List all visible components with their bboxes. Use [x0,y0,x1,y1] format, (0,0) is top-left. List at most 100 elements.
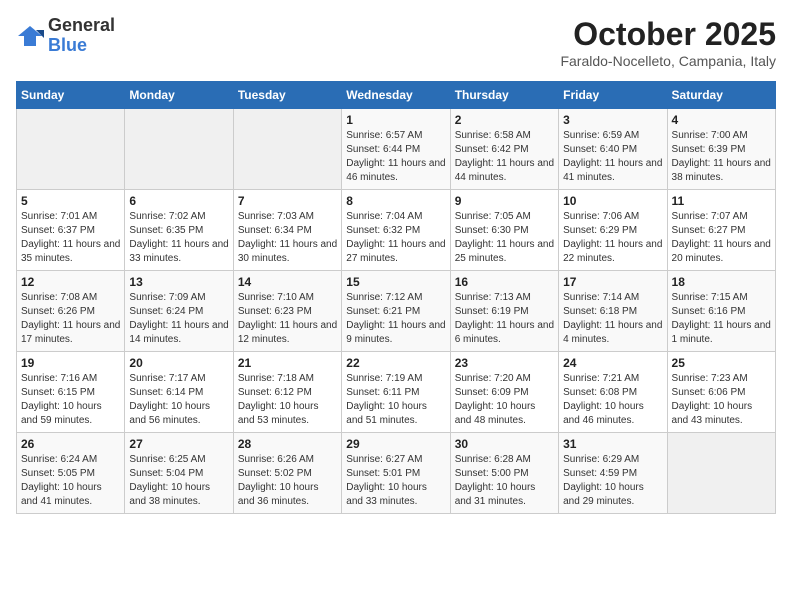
calendar-cell: 22 Sunrise: 7:19 AMSunset: 6:11 PMDayligh… [342,352,450,433]
day-info: Sunrise: 7:02 AMSunset: 6:35 PMDaylight:… [129,210,228,266]
weekday-header: Friday [559,82,667,109]
calendar-cell: 7Sunrise: 7:03 AMSunset: 6:34 PMDaylight… [233,190,341,271]
day-number: 28 [238,437,337,451]
calendar-cell: 28Sunrise: 6:26 AMSunset: 5:02 PMDayligh… [233,433,341,514]
day-number: 16 [455,275,554,289]
calendar-week-row: 12 Sunrise: 7:08 AMSunset: 6:26 PMDayligh… [17,271,776,352]
day-info: Sunrise: 7:18 AMSunset: 6:12 PMDaylight:… [238,372,337,428]
day-info: Sunrise: 7:09 AMSunset: 6:24 PMDaylight:… [129,291,228,347]
day-info: Sunrise: 6:29 AMSunset: 4:59 PMDaylight:… [563,453,662,509]
calendar-week-row: 26 Sunrise: 6:24 AMSunset: 5:05 PMDayligh… [17,433,776,514]
calendar-cell: 19Sunrise: 7:16 AMSunset: 6:15 PMDayligh… [17,352,125,433]
calendar-cell: 20Sunrise: 7:17 AMSunset: 6:14 PMDayligh… [125,352,233,433]
day-info: Sunrise: 6:27 AMSunset: 5:01 PMDaylight:… [346,453,445,509]
day-number: 13 [129,275,228,289]
day-info: Sunrise: 7:13 AMSunset: 6:19 PMDaylight:… [455,291,554,347]
day-number: 1 [346,113,445,127]
calendar-cell [17,109,125,190]
day-info: Sunrise: 6:59 AMSunset: 6:40 PMDaylight:… [563,129,662,185]
day-info: Sunrise: 7:20 AMSunset: 6:09 PMDaylight:… [455,372,554,428]
calendar-table: SundayMondayTuesdayWednesdayThursdayFrid… [16,81,776,514]
day-info: Sunrise: 7:06 AMSunset: 6:29 PMDaylight:… [563,210,662,266]
calendar-cell: 21 Sunrise: 7:18 AMSunset: 6:12 PMDayligh… [233,352,341,433]
weekday-header: Wednesday [342,82,450,109]
day-number: 7 [238,194,337,208]
logo-general: General [48,16,115,36]
calendar-cell: 9 Sunrise: 7:05 AMSunset: 6:30 PMDaylight… [450,190,558,271]
day-info: Sunrise: 7:15 AMSunset: 6:16 PMDaylight:… [672,291,771,347]
calendar-cell: 15 Sunrise: 7:12 AMSunset: 6:21 PMDayligh… [342,271,450,352]
calendar-cell: 2Sunrise: 6:58 AMSunset: 6:42 PMDaylight… [450,109,558,190]
day-info: Sunrise: 7:16 AMSunset: 6:15 PMDaylight:… [21,372,120,428]
day-number: 31 [563,437,662,451]
calendar-week-row: 1 Sunrise: 6:57 AMSunset: 6:44 PMDaylight… [17,109,776,190]
day-number: 24 [563,356,662,370]
calendar-cell: 11Sunrise: 7:07 AMSunset: 6:27 PMDayligh… [667,190,775,271]
calendar-cell: 17 Sunrise: 7:14 AMSunset: 6:18 PMDayligh… [559,271,667,352]
day-number: 22 [346,356,445,370]
calendar-cell: 25 Sunrise: 7:23 AMSunset: 6:06 PMDayligh… [667,352,775,433]
day-number: 21 [238,356,337,370]
day-number: 4 [672,113,771,127]
calendar-cell: 4Sunrise: 7:00 AMSunset: 6:39 PMDaylight… [667,109,775,190]
day-info: Sunrise: 6:58 AMSunset: 6:42 PMDaylight:… [455,129,554,185]
calendar-cell: 8 Sunrise: 7:04 AMSunset: 6:32 PMDaylight… [342,190,450,271]
day-number: 29 [346,437,445,451]
day-info: Sunrise: 7:01 AMSunset: 6:37 PMDaylight:… [21,210,120,266]
day-info: Sunrise: 6:28 AMSunset: 5:00 PMDaylight:… [455,453,554,509]
day-info: Sunrise: 7:12 AMSunset: 6:21 PMDaylight:… [346,291,445,347]
calendar-cell: 23 Sunrise: 7:20 AMSunset: 6:09 PMDayligh… [450,352,558,433]
calendar-cell: 16 Sunrise: 7:13 AMSunset: 6:19 PMDayligh… [450,271,558,352]
weekday-header: Monday [125,82,233,109]
calendar-week-row: 19Sunrise: 7:16 AMSunset: 6:15 PMDayligh… [17,352,776,433]
logo-text: General Blue [48,16,115,56]
day-number: 26 [21,437,120,451]
day-info: Sunrise: 6:25 AMSunset: 5:04 PMDaylight:… [129,453,228,509]
header-row: SundayMondayTuesdayWednesdayThursdayFrid… [17,82,776,109]
calendar-week-row: 5 Sunrise: 7:01 AMSunset: 6:37 PMDaylight… [17,190,776,271]
day-number: 15 [346,275,445,289]
logo: General Blue [16,16,115,56]
calendar-cell: 24Sunrise: 7:21 AMSunset: 6:08 PMDayligh… [559,352,667,433]
location-subtitle: Faraldo-Nocelleto, Campania, Italy [560,53,776,69]
day-number: 8 [346,194,445,208]
day-number: 9 [455,194,554,208]
calendar-cell [667,433,775,514]
weekday-header: Saturday [667,82,775,109]
day-info: Sunrise: 7:19 AMSunset: 6:11 PMDaylight:… [346,372,445,428]
day-info: Sunrise: 7:05 AMSunset: 6:30 PMDaylight:… [455,210,554,266]
day-number: 3 [563,113,662,127]
calendar-cell: 30Sunrise: 6:28 AMSunset: 5:00 PMDayligh… [450,433,558,514]
calendar-cell: 6Sunrise: 7:02 AMSunset: 6:35 PMDaylight… [125,190,233,271]
calendar-cell: 12 Sunrise: 7:08 AMSunset: 6:26 PMDayligh… [17,271,125,352]
day-number: 27 [129,437,228,451]
day-number: 5 [21,194,120,208]
calendar-cell: 27 Sunrise: 6:25 AMSunset: 5:04 PMDayligh… [125,433,233,514]
day-info: Sunrise: 7:23 AMSunset: 6:06 PMDaylight:… [672,372,771,428]
day-info: Sunrise: 6:57 AMSunset: 6:44 PMDaylight:… [346,129,445,185]
day-info: Sunrise: 7:14 AMSunset: 6:18 PMDaylight:… [563,291,662,347]
logo-icon [16,22,44,50]
calendar-cell: 10Sunrise: 7:06 AMSunset: 6:29 PMDayligh… [559,190,667,271]
day-number: 17 [563,275,662,289]
calendar-cell: 18 Sunrise: 7:15 AMSunset: 6:16 PMDayligh… [667,271,775,352]
day-info: Sunrise: 7:04 AMSunset: 6:32 PMDaylight:… [346,210,445,266]
day-number: 12 [21,275,120,289]
calendar-cell: 5 Sunrise: 7:01 AMSunset: 6:37 PMDaylight… [17,190,125,271]
day-number: 23 [455,356,554,370]
day-number: 11 [672,194,771,208]
day-info: Sunrise: 7:10 AMSunset: 6:23 PMDaylight:… [238,291,337,347]
day-number: 18 [672,275,771,289]
calendar-cell [125,109,233,190]
day-number: 25 [672,356,771,370]
calendar-cell: 14Sunrise: 7:10 AMSunset: 6:23 PMDayligh… [233,271,341,352]
calendar-cell [233,109,341,190]
calendar-cell: 31 Sunrise: 6:29 AMSunset: 4:59 PMDayligh… [559,433,667,514]
day-number: 20 [129,356,228,370]
title-section: October 2025 Faraldo-Nocelleto, Campania… [560,16,776,69]
calendar-cell: 13 Sunrise: 7:09 AMSunset: 6:24 PMDayligh… [125,271,233,352]
weekday-header: Tuesday [233,82,341,109]
month-title: October 2025 [560,16,776,53]
day-info: Sunrise: 6:24 AMSunset: 5:05 PMDaylight:… [21,453,120,509]
day-info: Sunrise: 7:08 AMSunset: 6:26 PMDaylight:… [21,291,120,347]
